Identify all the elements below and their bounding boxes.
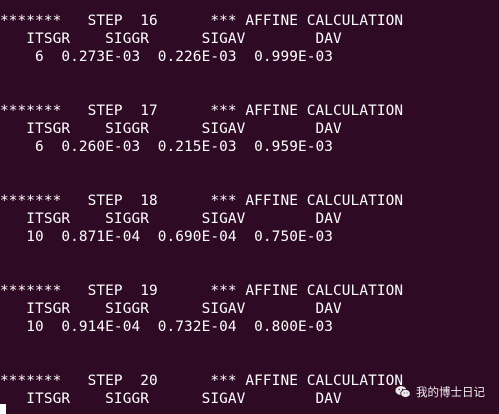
step-18-column-headers: ITSGR SIGGR SIGAV DAV — [0, 211, 342, 227]
step-16-values: 6 0.273E-03 0.226E-03 0.999E-03 — [0, 49, 334, 65]
step-17-values: 6 0.260E-03 0.215E-03 0.959E-03 — [0, 139, 334, 155]
terminal-cursor — [0, 404, 6, 414]
step-20-column-headers: ITSGR SIGGR SIGAV DAV — [0, 391, 342, 407]
step-17-column-headers: ITSGR SIGGR SIGAV DAV — [0, 121, 342, 137]
step-20-header: ******* STEP 20 *** AFFINE CALCULATION — [0, 373, 404, 389]
watermark: 我的博士日记 — [395, 384, 485, 400]
step-18-values: 10 0.871E-04 0.690E-04 0.750E-03 — [0, 229, 334, 245]
step-19-values: 10 0.914E-04 0.732E-04 0.800E-03 — [0, 319, 334, 335]
step-18-header: ******* STEP 18 *** AFFINE CALCULATION — [0, 193, 404, 209]
step-16-header: ******* STEP 16 *** AFFINE CALCULATION — [0, 13, 404, 29]
step-19-column-headers: ITSGR SIGGR SIGAV DAV — [0, 301, 342, 317]
step-19-header: ******* STEP 19 *** AFFINE CALCULATION — [0, 283, 404, 299]
terminal-output[interactable]: ******* STEP 16 *** AFFINE CALCULATION I… — [0, 0, 499, 414]
wechat-icon — [395, 385, 411, 399]
step-16-column-headers: ITSGR SIGGR SIGAV DAV — [0, 31, 342, 47]
watermark-text: 我的博士日记 — [416, 385, 485, 399]
step-17-header: ******* STEP 17 *** AFFINE CALCULATION — [0, 103, 404, 119]
